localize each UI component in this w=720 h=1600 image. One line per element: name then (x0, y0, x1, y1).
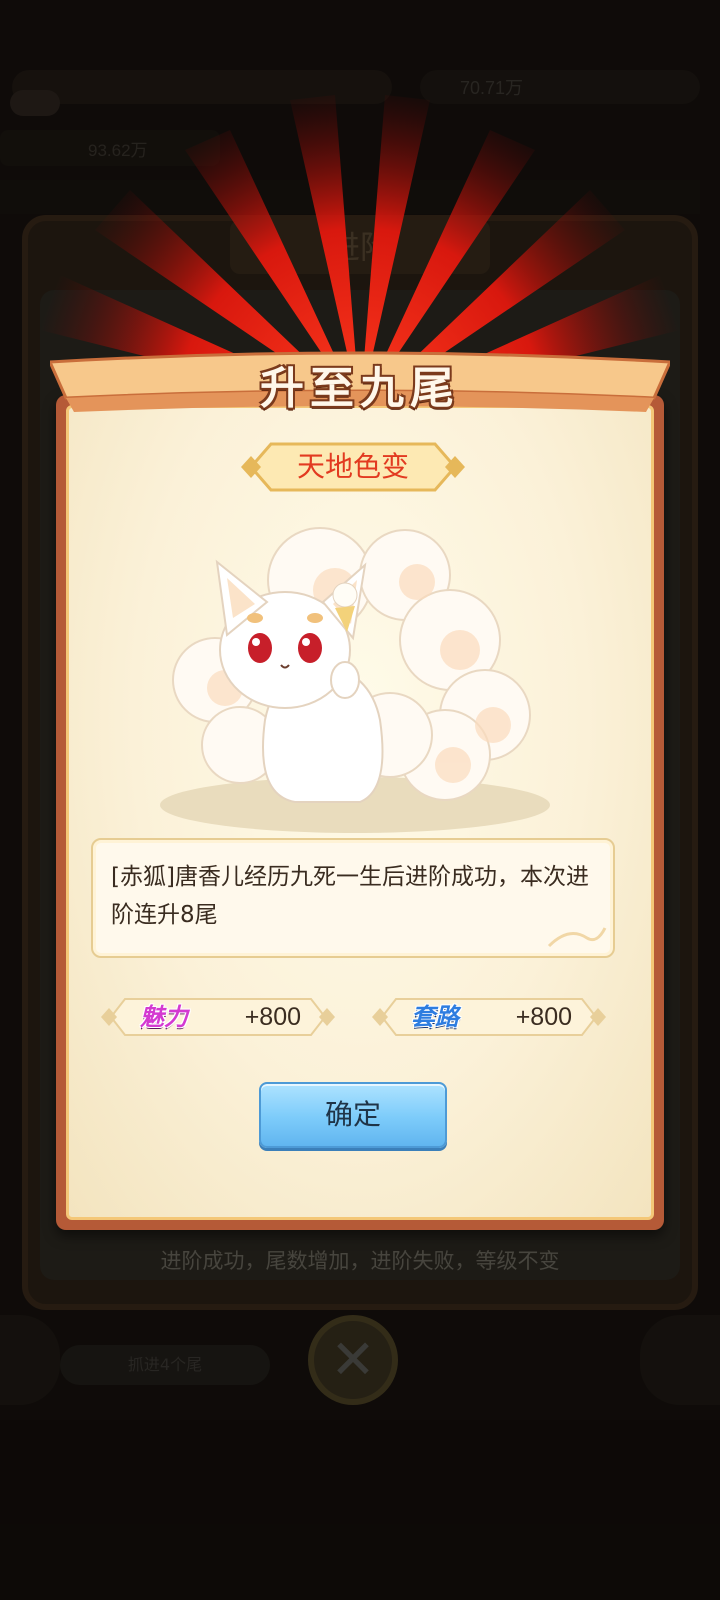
confirm-button-label: 确定 (324, 1098, 381, 1131)
description-text: [赤狐]唐香儿经历九死一生后进阶成功，本次进阶连升8尾 (111, 864, 589, 928)
swirl-decoration (547, 927, 607, 948)
dialog-subtitle: 天地色变 (296, 450, 409, 483)
dialog-title: 升至九尾 (260, 363, 460, 414)
description-box: [赤狐]唐香儿经历九死一生后进阶成功，本次进阶连升8尾 (91, 838, 615, 958)
charm-value: +800 (244, 1003, 301, 1031)
charm-stat: 魅力 +800 (99, 995, 337, 1039)
trick-stat: 套路 +800 (370, 995, 608, 1039)
trick-label: 套路 (411, 1002, 459, 1031)
charm-label: 魅力 (140, 1002, 188, 1031)
nine-tailed-fox-illustration (160, 527, 550, 833)
confirm-button[interactable]: 确定 (259, 1082, 447, 1148)
trick-value: +800 (515, 1003, 572, 1031)
